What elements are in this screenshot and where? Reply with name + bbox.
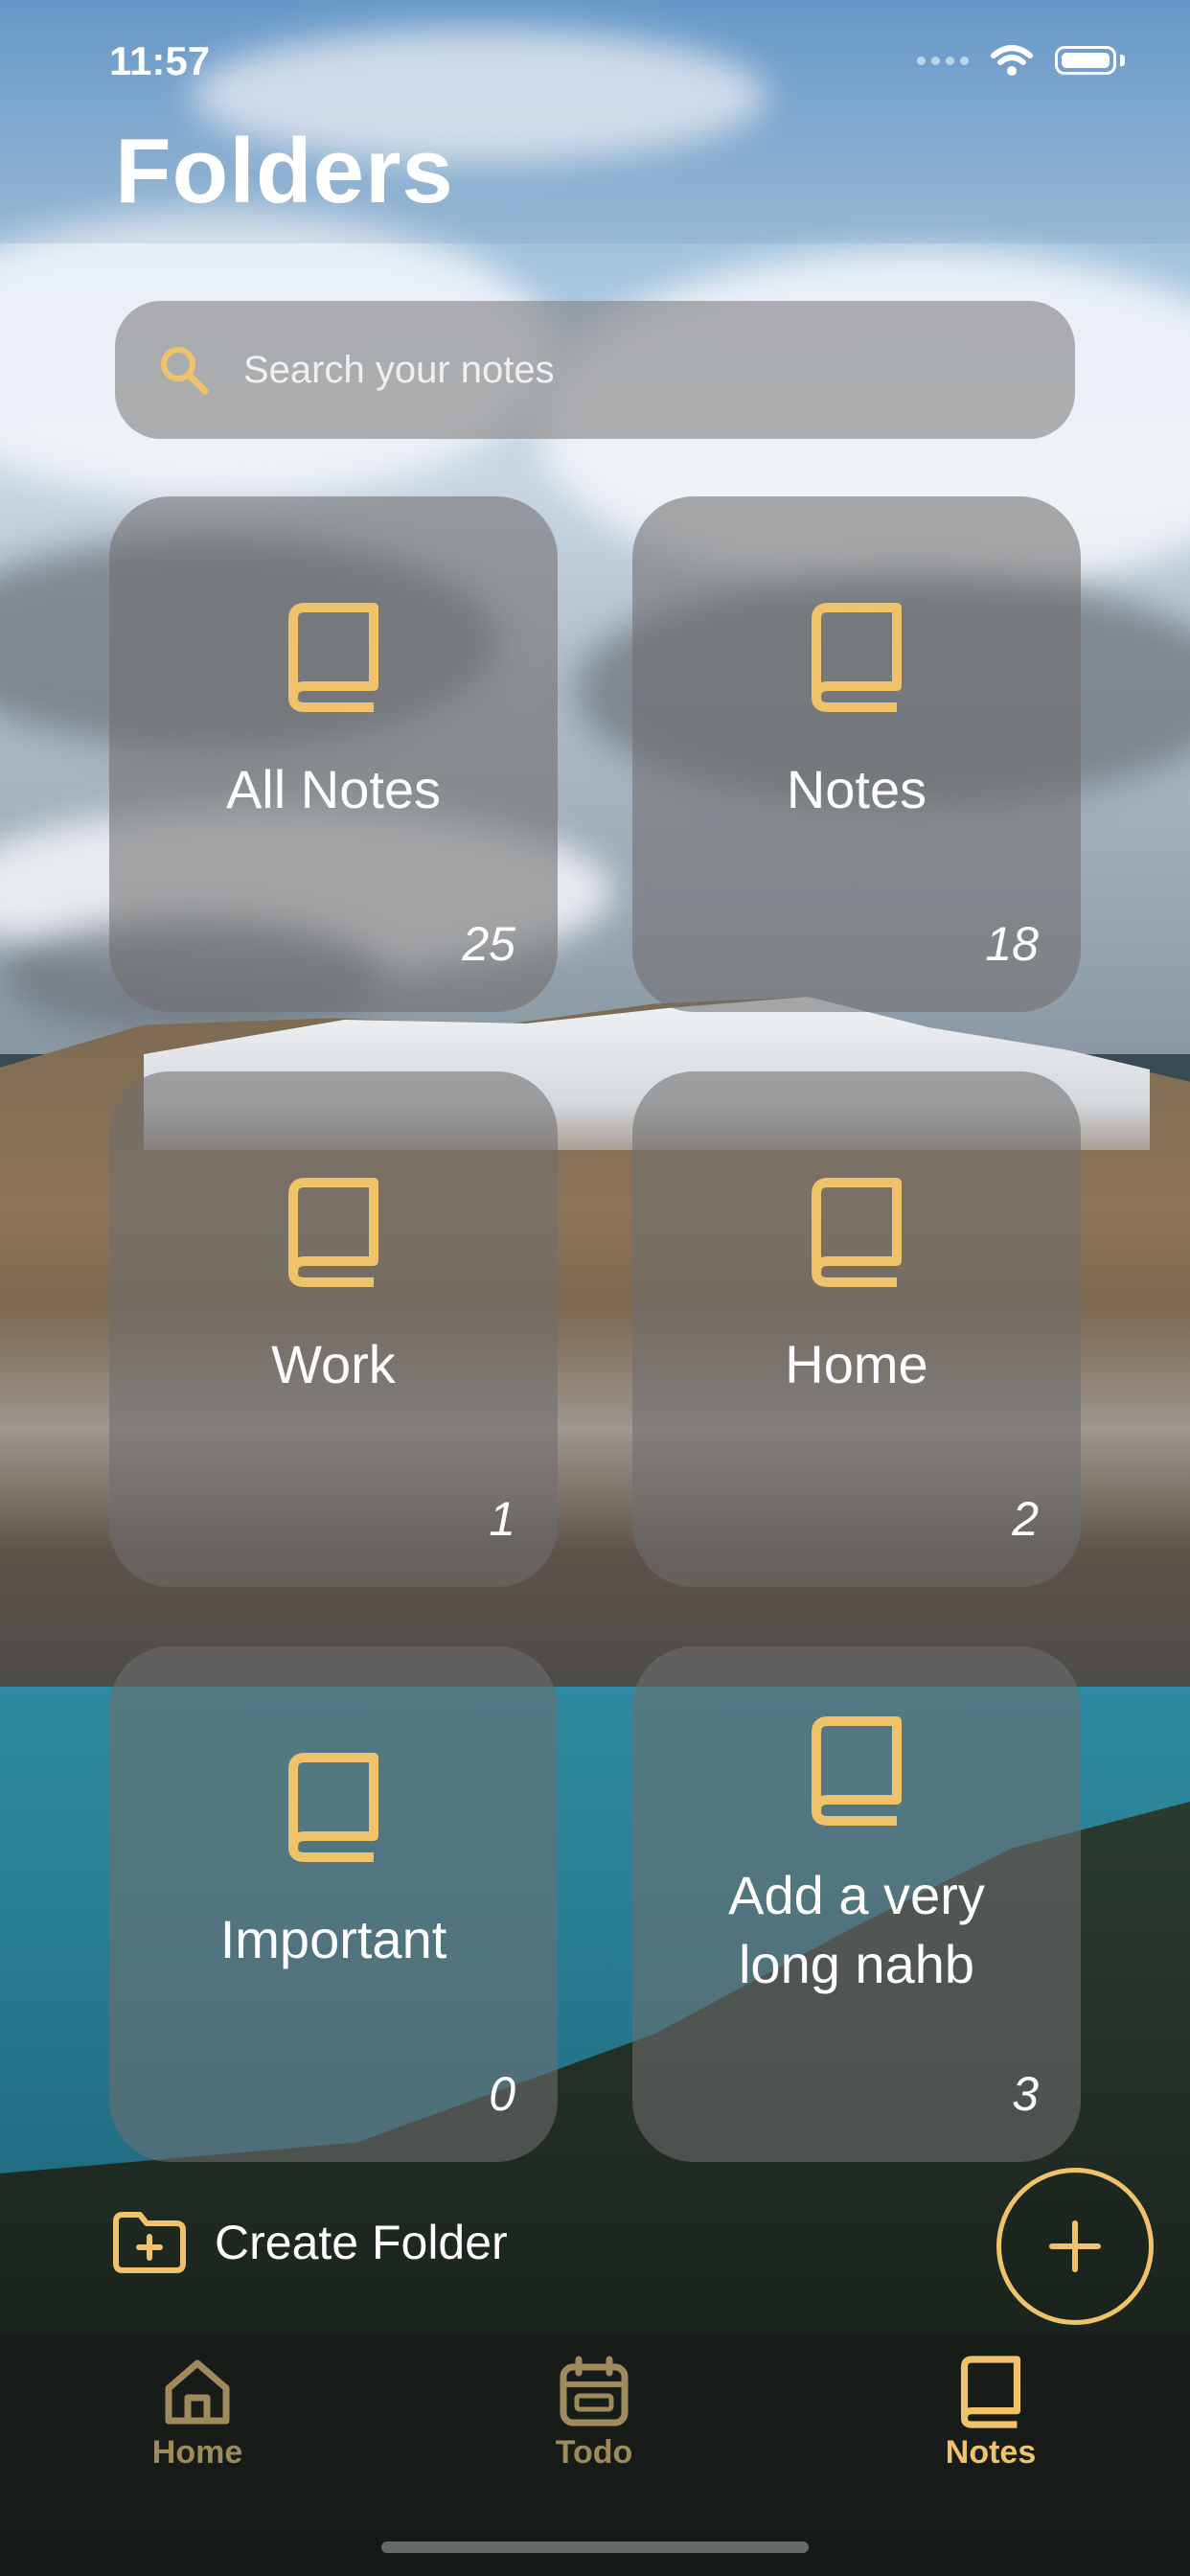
book-icon [812, 603, 902, 712]
add-note-button[interactable] [996, 2168, 1154, 2325]
search-input[interactable] [241, 347, 1069, 393]
home-indicator [381, 2542, 809, 2553]
tab-notes[interactable]: Notes [885, 2356, 1096, 2472]
tab-label: Todo [555, 2434, 633, 2471]
folder-name: Home [785, 1334, 928, 1394]
create-folder-label: Create Folder [215, 2216, 508, 2269]
folder-count: 25 [462, 917, 515, 971]
tab-label: Home [151, 2434, 243, 2471]
page-title: Folders [115, 120, 454, 222]
folder-name: All Notes [225, 759, 442, 819]
folder-count: 18 [985, 917, 1039, 971]
book-icon [288, 1753, 378, 1862]
calendar-icon [560, 2356, 629, 2426]
book-icon [960, 2356, 1021, 2428]
folder-name: Work [271, 1334, 396, 1394]
book-icon [288, 603, 378, 712]
house-icon [165, 2359, 230, 2425]
folder-name: Important [219, 1909, 447, 1969]
folder-plus-icon [113, 2212, 186, 2273]
folder-card-work[interactable]: Work 1 [109, 1071, 558, 1587]
folder-count: 3 [1012, 2067, 1039, 2121]
signal-icon [917, 56, 969, 65]
folder-count: 0 [489, 2067, 515, 2121]
folder-name: Notes [786, 759, 927, 819]
tab-bar: Home Todo Notes [0, 2334, 1190, 2576]
book-icon [812, 1716, 902, 1826]
folder-name: Add a very long nahb [728, 1865, 985, 1994]
create-folder-button[interactable]: Create Folder [111, 2210, 508, 2275]
book-icon [812, 1178, 902, 1287]
search-icon [161, 347, 209, 395]
folder-card-long-name[interactable]: Add a very long nahb 3 [632, 1646, 1081, 2162]
battery-icon [1055, 46, 1116, 75]
tab-todo[interactable]: Todo [489, 2356, 699, 2472]
folder-card-all-notes[interactable]: All Notes 25 [109, 496, 558, 1012]
folder-card-notes[interactable]: Notes 18 [632, 496, 1081, 1012]
search-bar[interactable] [115, 301, 1075, 439]
wifi-icon [991, 45, 1033, 76]
folder-card-important[interactable]: Important 0 [109, 1646, 558, 2162]
folder-count: 1 [489, 1492, 515, 1546]
tab-label: Notes [945, 2434, 1037, 2471]
folder-count: 2 [1012, 1492, 1039, 1546]
tab-home[interactable]: Home [92, 2356, 303, 2472]
status-icons [917, 44, 1125, 77]
status-time: 11:57 [109, 38, 211, 83]
folder-card-home[interactable]: Home 2 [632, 1071, 1081, 1587]
plus-icon [1049, 2220, 1101, 2272]
book-icon [288, 1178, 378, 1287]
